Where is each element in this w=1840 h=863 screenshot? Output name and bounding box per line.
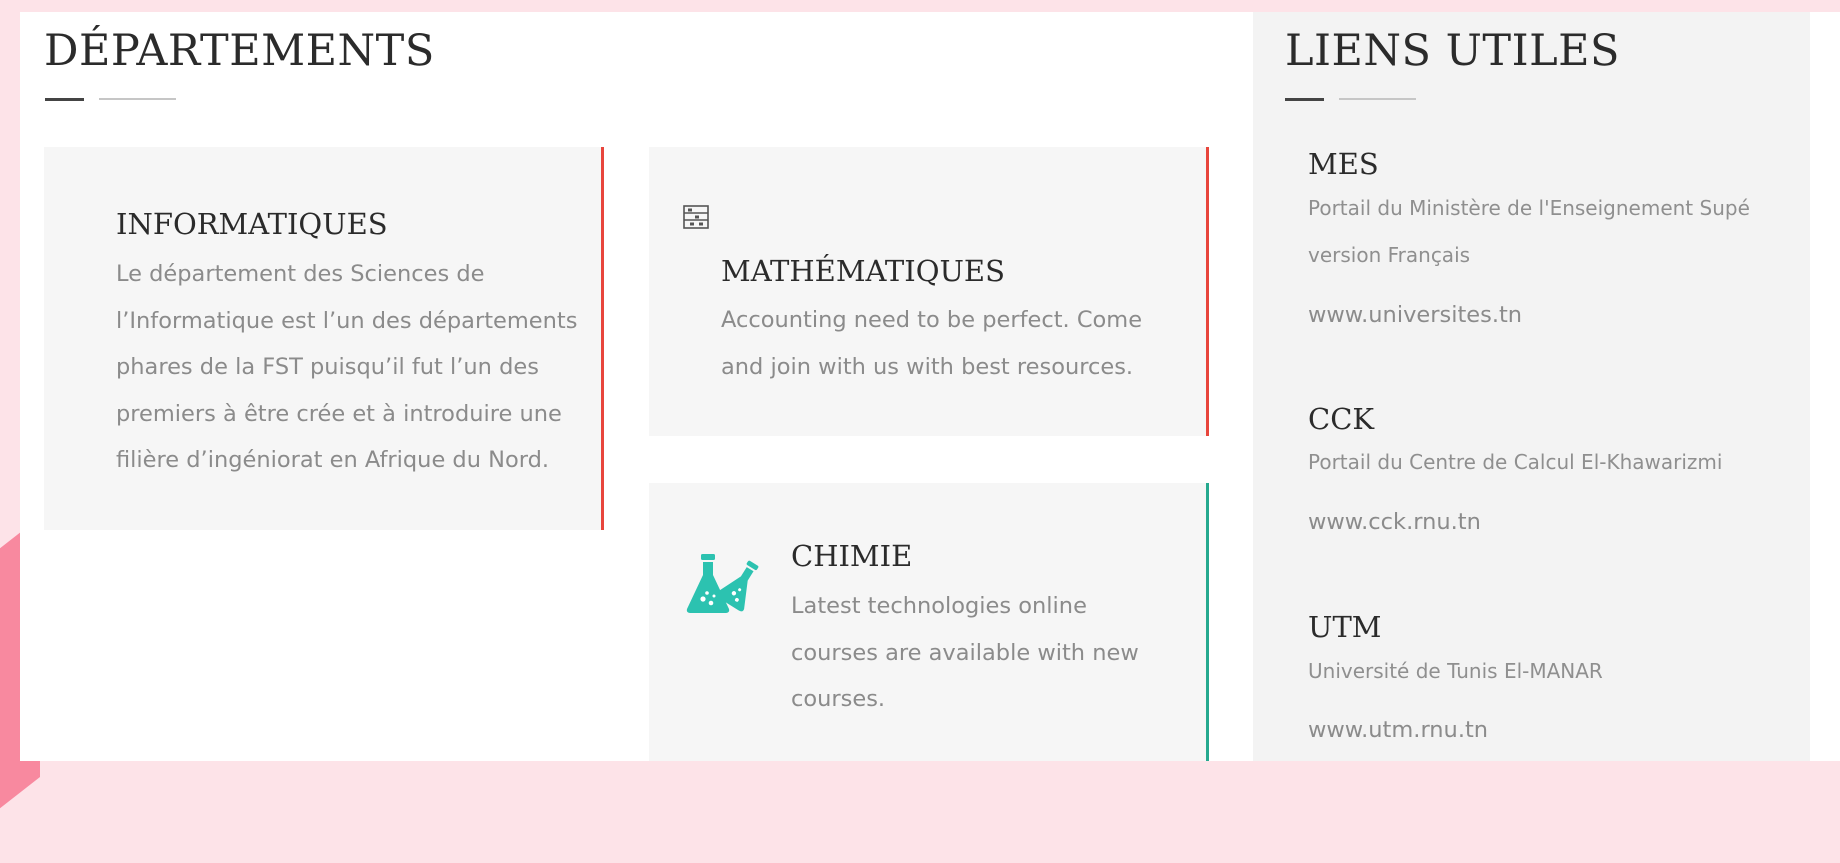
link-url-utm[interactable]: www.utm.rnu.tn — [1308, 717, 1488, 743]
useful-links-panel: LIENS UTILES MES Portail du Ministère de… — [1253, 12, 1810, 761]
card-description: Accounting need to be perfect. Come and … — [721, 297, 1191, 390]
department-card-informatiques[interactable]: INFORMATIQUES Le département des Science… — [44, 147, 604, 530]
card-text-line: filière d’ingéniorat en Afrique du Nord. — [116, 447, 550, 473]
link-description: Portail du Ministère de l'Enseignement S… — [1308, 185, 1758, 278]
link-url-mes[interactable]: www.universites.tn — [1308, 302, 1522, 328]
card-text-line: phares de la FST puisqu’il fut l’un des — [116, 354, 539, 380]
link-title-cck: CCK — [1308, 402, 1375, 436]
link-title-utm: UTM — [1308, 610, 1382, 644]
link-description: Université de Tunis El-MANAR — [1308, 648, 1758, 695]
card-text-line: and join with us with best resources. — [721, 353, 1134, 380]
card-text-line: courses. — [791, 686, 886, 712]
title-underline-dark — [45, 98, 84, 101]
link-desc-line: Portail du Ministère de l'Enseignement S… — [1308, 196, 1750, 220]
card-description: Latest technologies online courses are a… — [791, 583, 1181, 723]
card-description: Le département des Sciences de l’Informa… — [116, 251, 586, 484]
departments-title: DÉPARTEMENTS — [44, 26, 435, 76]
card-text-line: Latest technologies online — [791, 593, 1087, 619]
card-text-line: premiers à être crée et à introduire une — [116, 400, 562, 427]
department-card-chimie[interactable]: CHIMIE Latest technologies online course… — [649, 483, 1209, 761]
card-text-line: Accounting need to be perfect. Come — [721, 307, 1143, 333]
link-url-cck[interactable]: www.cck.rnu.tn — [1308, 509, 1481, 535]
card-title: CHIMIE — [791, 539, 913, 573]
title-underline-light — [99, 98, 176, 100]
link-title-mes: MES — [1308, 147, 1379, 181]
card-text-line: l’Informatique est l’un des départements — [116, 307, 578, 334]
lab-flasks-icon — [683, 553, 761, 620]
abacus-icon — [683, 205, 709, 234]
card-title: MATHÉMATIQUES — [721, 254, 1005, 288]
card-text-line: Le département des Sciences de — [116, 261, 485, 287]
title-underline-dark — [1285, 98, 1324, 101]
useful-links-title: LIENS UTILES — [1285, 26, 1620, 76]
link-description: Portail du Centre de Calcul El-Khawarizm… — [1308, 439, 1758, 486]
title-underline-light — [1339, 98, 1416, 100]
card-title: INFORMATIQUES — [116, 207, 388, 241]
card-text-line: courses are available with new — [791, 639, 1139, 666]
department-card-mathematiques[interactable]: MATHÉMATIQUES Accounting need to be perf… — [649, 147, 1209, 436]
link-desc-line: Université de Tunis El-MANAR — [1308, 659, 1603, 683]
link-desc-line: version Français — [1308, 242, 1471, 267]
link-desc-line: Portail du Centre de Calcul El-Khawarizm… — [1308, 450, 1723, 474]
page-content: DÉPARTEMENTS INFORMATIQUES Le départemen… — [20, 12, 1840, 761]
